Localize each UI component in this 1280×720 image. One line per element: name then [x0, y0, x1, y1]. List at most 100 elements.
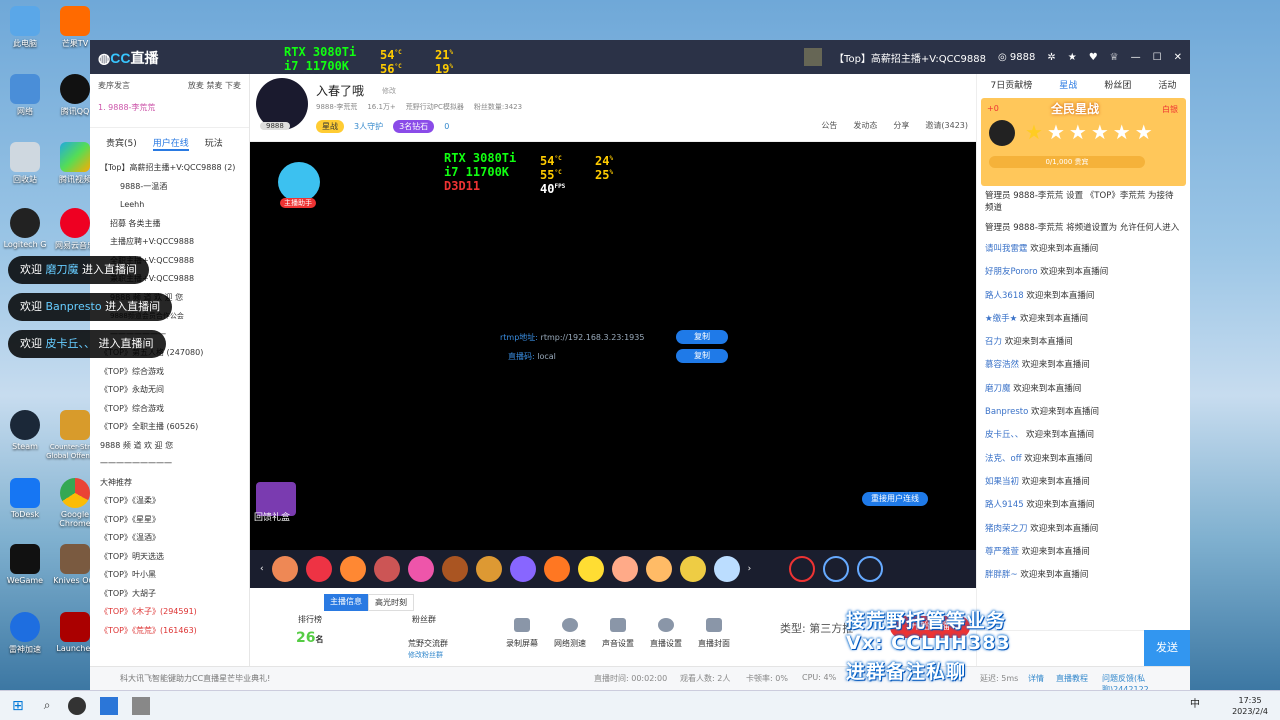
chat-user[interactable]: 猪肉荣之刀: [985, 524, 1028, 534]
channel-item[interactable]: 9888-一温酒: [90, 178, 249, 197]
shirt-icon[interactable]: ♕: [1110, 52, 1119, 63]
shop-icon[interactable]: [857, 556, 884, 582]
channel-item[interactable]: 《TOP》《木子》(294591): [90, 603, 249, 622]
audio-settings-button[interactable]: 声音设置: [596, 618, 640, 649]
speed-test-button[interactable]: 网络测速: [548, 618, 592, 649]
chat-user[interactable]: 法克、off: [985, 454, 1022, 464]
channel-item[interactable]: 《TOP》《星星》: [90, 511, 249, 530]
gift-next-icon[interactable]: ›: [748, 564, 752, 574]
channel-item[interactable]: 《TOP》综合游戏: [90, 400, 249, 419]
channel-item[interactable]: 《TOP》全职主播 (60526): [90, 418, 249, 437]
windows-start-icon[interactable]: ⊞: [12, 698, 24, 714]
chat-user[interactable]: 路人9145: [985, 500, 1024, 510]
clock-time[interactable]: 17:35: [1232, 695, 1268, 706]
mic-options[interactable]: 放麦 禁麦 下麦: [188, 80, 241, 96]
gift-item[interactable]: [305, 556, 332, 582]
chat-user[interactable]: 好朋友Pororo: [985, 267, 1038, 277]
maximize-icon[interactable]: ☐: [1153, 52, 1162, 63]
cc-taskbar-icon[interactable]: [100, 696, 119, 715]
edit-group-link[interactable]: 修改粉丝群: [408, 650, 443, 660]
invite-button[interactable]: 邀请(3423): [925, 120, 968, 131]
tab-star-war[interactable]: 星战: [1059, 74, 1077, 98]
gift-item[interactable]: [509, 556, 536, 582]
tab-anchor-info[interactable]: 主播信息: [324, 594, 368, 611]
notice-button[interactable]: 公告: [821, 120, 837, 131]
channel-item[interactable]: 《TOP》叶小黑: [90, 566, 249, 585]
game-name[interactable]: 荒野行动PC模拟器: [406, 102, 464, 112]
diamond-badge[interactable]: 3名钻石: [393, 120, 435, 133]
tab-activity[interactable]: 活动: [1158, 74, 1176, 98]
gift-item[interactable]: [339, 556, 366, 582]
record-screen-button[interactable]: 录制屏幕: [500, 618, 544, 649]
assistant-icon[interactable]: [278, 162, 320, 202]
channel-item[interactable]: 《TOP》大胡子: [90, 585, 249, 604]
assistant-label[interactable]: 主播助手: [280, 198, 316, 208]
channel-item[interactable]: 《TOP》《温柔》: [90, 492, 249, 511]
red-packet-icon[interactable]: [789, 556, 816, 582]
clock-date[interactable]: 2023/2/4: [1232, 706, 1268, 717]
copy-key-button[interactable]: 复制: [676, 349, 728, 363]
channel-item[interactable]: 【Top】高薪招主播+V:QCC9888 (2): [90, 159, 249, 178]
channel-item[interactable]: 《TOP》《温酒》: [90, 529, 249, 548]
close-icon[interactable]: ✕: [1174, 52, 1182, 63]
copy-rtmp-button[interactable]: 复制: [676, 330, 728, 344]
chat-user[interactable]: 路人3618: [985, 291, 1024, 301]
channel-item[interactable]: 《TOP》永劫无间: [90, 381, 249, 400]
tab-rank-7day[interactable]: 7日贡献榜: [991, 74, 1033, 98]
star-war-badge[interactable]: 星战: [316, 120, 344, 133]
gift-prev-icon[interactable]: ‹: [260, 564, 264, 574]
ime-indicator[interactable]: 中: [1190, 699, 1200, 710]
tab-highlights[interactable]: 高光时刻: [368, 594, 414, 611]
chat-user[interactable]: 如果当初: [985, 477, 1019, 487]
gift-item[interactable]: [373, 556, 400, 582]
gift-item[interactable]: [271, 556, 298, 582]
gift-item[interactable]: [441, 556, 468, 582]
stream-type[interactable]: 类型: 第三方推: [780, 620, 853, 636]
chat-user[interactable]: 磨刀魔: [985, 384, 1011, 394]
send-button[interactable]: 发送: [1144, 630, 1190, 666]
minimize-icon[interactable]: —: [1131, 52, 1141, 63]
gift-item[interactable]: [407, 556, 434, 582]
channel-item[interactable]: 《TOP》明天选选: [90, 548, 249, 567]
gift-item[interactable]: [543, 556, 570, 582]
settings-icon[interactable]: ✲: [1047, 52, 1055, 63]
reconnect-button[interactable]: 重接用户连线: [862, 492, 928, 506]
tutorial-link[interactable]: 直播教程: [1056, 673, 1088, 684]
chat-user[interactable]: Banpresto: [985, 407, 1028, 417]
gift-item[interactable]: [713, 556, 740, 582]
ticker[interactable]: 科大讯飞智能键助力CC直播星芒毕业典礼!: [120, 673, 270, 684]
edit-link[interactable]: 修改: [382, 86, 396, 96]
search-icon[interactable]: ⌕: [44, 698, 51, 713]
gift-item[interactable]: [577, 556, 604, 582]
channel-item[interactable]: 大神推荐: [90, 474, 249, 493]
mic-order-label[interactable]: 麦序发言: [98, 80, 130, 96]
chat-user[interactable]: 请叫我雷霆: [985, 244, 1028, 254]
activity-icon[interactable]: [823, 556, 850, 582]
channel-item[interactable]: 主播应聘+V:QCC9888: [90, 233, 249, 252]
app-taskbar-icon[interactable]: [132, 696, 151, 715]
gift-box-label[interactable]: 回馈礼盒: [254, 510, 290, 523]
chat-user[interactable]: 召力: [985, 337, 1002, 347]
details-link[interactable]: 详情: [1028, 673, 1044, 684]
chat-user[interactable]: ★缴手★: [985, 314, 1017, 324]
channel-item[interactable]: 《TOP》综合游戏: [90, 363, 249, 382]
gift-item[interactable]: [475, 556, 502, 582]
channel-item[interactable]: 《TOP》《荒荒》(161463): [90, 622, 249, 641]
chat-user[interactable]: 皮卡丘、、: [985, 430, 1023, 440]
gift-item[interactable]: [679, 556, 706, 582]
gift-item[interactable]: [611, 556, 638, 582]
share-button[interactable]: 分享: [893, 120, 909, 131]
post-button[interactable]: 发动态: [853, 120, 877, 131]
guard-badge[interactable]: 3人守护: [354, 121, 383, 132]
obs-icon[interactable]: [68, 696, 87, 715]
gift-item[interactable]: [645, 556, 672, 582]
fans-group-label[interactable]: 粉丝群: [412, 614, 436, 625]
cover-button[interactable]: 直播封面: [692, 618, 736, 649]
tab-online-users[interactable]: 用户在线: [152, 136, 189, 151]
star-icon[interactable]: ★: [1068, 52, 1077, 63]
rank-label[interactable]: 排行榜: [298, 614, 322, 625]
live-settings-button[interactable]: 直播设置: [644, 618, 688, 649]
chat-user[interactable]: 尊严雅萱: [985, 547, 1019, 557]
channel-item[interactable]: Leehh: [90, 196, 249, 215]
chat-user[interactable]: 胖胖胖~: [985, 570, 1018, 580]
